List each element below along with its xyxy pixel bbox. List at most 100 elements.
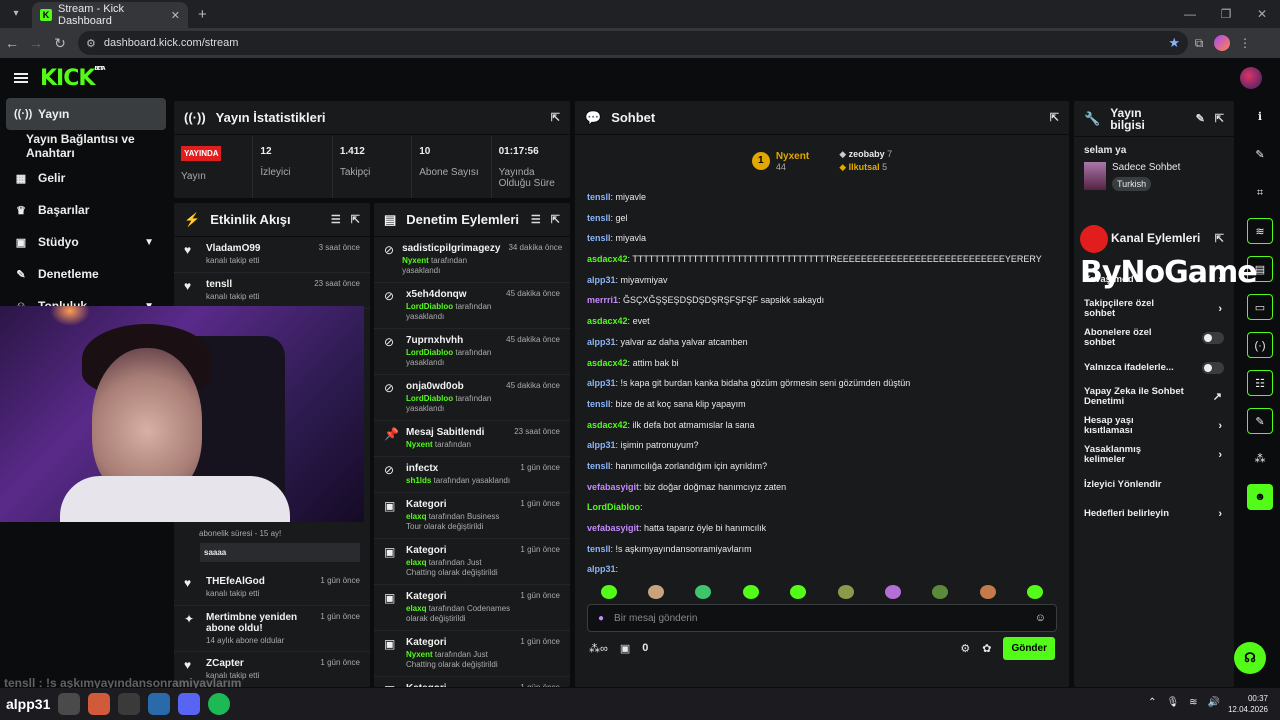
chat-username[interactable]: tensll (587, 233, 611, 243)
site-info-icon[interactable]: ⚙ (86, 37, 96, 50)
extensions-icon[interactable]: ⧉ (1188, 36, 1210, 51)
channel-action-item[interactable]: Yapay Zeka ile Sohbet Denetimi ↗ (1074, 382, 1234, 411)
taskbar-clock[interactable]: 00:37 12.04.2026 (1228, 693, 1268, 715)
chat-username[interactable]: alpp31 (587, 337, 616, 347)
url-bar[interactable]: ⚙ dashboard.kick.com/stream ★ (78, 31, 1188, 55)
emote-icon[interactable] (1027, 585, 1044, 600)
browser-tab[interactable]: K Stream - Kick Dashboard ✕ (32, 2, 188, 28)
sidebar-item-denetleme[interactable]: ✎ Denetleme (0, 258, 172, 290)
emote-icon[interactable] (979, 585, 996, 600)
popout-icon[interactable]: ⇱ (1215, 112, 1224, 125)
user-avatar[interactable] (1240, 67, 1262, 89)
menu-hamburger-icon[interactable] (14, 73, 28, 83)
chat-username[interactable]: LordDiabloo (587, 502, 640, 512)
layout-icon[interactable]: ☷ (1247, 370, 1273, 396)
points-icon[interactable]: ⁂∞ (589, 642, 608, 655)
toggle-switch[interactable] (1202, 332, 1224, 345)
edit-pencil-icon[interactable]: ✎ (1247, 142, 1273, 168)
chat-username[interactable]: alpp31 (587, 378, 616, 388)
kick-logo[interactable]: KICKBETA (40, 66, 106, 91)
emoji-icon[interactable]: ☺ (1035, 612, 1046, 624)
sidebar-item-gelir[interactable]: ▦ Gelir (0, 162, 172, 194)
forward-icon[interactable]: → (24, 35, 48, 51)
new-tab-icon[interactable]: + (198, 6, 207, 23)
emote-icon[interactable] (932, 585, 949, 600)
channel-action-item[interactable]: İzleyici Yönlendir (1074, 470, 1234, 499)
chat-username[interactable]: asdacx42 (587, 254, 628, 264)
emote-icon[interactable]: ☻ (1247, 484, 1273, 510)
channel-action-item[interactable]: Takipçilere özel sohbet › (1074, 294, 1234, 323)
edit-pencil-icon[interactable]: ✎ (1196, 112, 1205, 125)
points-icon[interactable]: ⁂ (1247, 446, 1273, 472)
url-text[interactable]: dashboard.kick.com/stream (104, 37, 1160, 49)
chat-username[interactable]: tensll (587, 461, 611, 471)
profile-avatar[interactable] (1214, 35, 1230, 51)
channel-action-item[interactable]: Yalnızca ifadelerle... (1074, 353, 1234, 382)
chat-username[interactable]: alpp31 (587, 440, 616, 450)
bookmark-star-icon[interactable]: ★ (1168, 35, 1180, 51)
popout-icon[interactable]: ⇱ (551, 213, 560, 226)
emote-icon[interactable] (695, 585, 712, 600)
chat-username[interactable]: tensll (587, 213, 611, 223)
channel-action-item[interactable]: Hesap yaşı kısıtlaması › (1074, 411, 1234, 440)
chat-username[interactable]: tensll (587, 544, 611, 554)
sidebar-item-stream-key[interactable]: Yayın Bağlantısı ve Anahtarı (0, 130, 172, 162)
chat-username[interactable]: asdacx42 (587, 420, 628, 430)
popout-icon[interactable]: ⇱ (351, 213, 360, 226)
tab-search-icon[interactable]: ▾ (4, 4, 28, 24)
wifi-icon[interactable]: ≋ (1189, 697, 1197, 708)
chat-username[interactable]: asdacx42 (587, 316, 628, 326)
chat-username[interactable]: vefabasyigit (587, 523, 639, 533)
volume-icon[interactable]: 🔊 (1208, 697, 1220, 708)
chat-input-placeholder[interactable]: Bir mesaj gönderin (614, 613, 1025, 624)
chat-username[interactable]: alpp31 (587, 564, 616, 574)
chat-input[interactable]: ● Bir mesaj gönderin ☺ (587, 604, 1057, 633)
browser-menu-icon[interactable]: ⋮ (1234, 36, 1256, 50)
settings-gear-icon[interactable]: ⚙ (960, 642, 970, 655)
channel-action-item[interactable]: Abonelere özel sohbet (1074, 324, 1234, 353)
emote-icon[interactable] (648, 585, 665, 600)
chat-bubble-icon[interactable]: ▭ (1247, 294, 1273, 320)
chat-username[interactable]: tensll (587, 399, 611, 409)
send-button[interactable]: Gönder (1003, 636, 1055, 660)
chat-username[interactable]: vefabasyigit (587, 482, 639, 492)
minimize-icon[interactable]: — (1172, 0, 1208, 28)
mic-icon[interactable]: ● (598, 613, 604, 624)
tray-chevron-icon[interactable]: ⌃ (1148, 697, 1156, 708)
chat-username[interactable]: merrri1 (587, 295, 618, 305)
maximize-icon[interactable]: ❐ (1208, 0, 1244, 28)
chat-username[interactable]: asdacx42 (587, 358, 628, 368)
channel-action-item[interactable]: Hedefleri belirleyin › (1074, 499, 1234, 528)
channel-action-item[interactable]: Yasaklanmış kelimeler › (1074, 441, 1234, 470)
back-icon[interactable]: ← (0, 35, 24, 51)
tab-close-icon[interactable]: ✕ (171, 9, 180, 22)
bot-icon[interactable]: ✿ (982, 642, 991, 655)
sidebar-item-studyo[interactable]: ▣ Stüdyo ▼ (0, 226, 172, 258)
mic-icon[interactable]: 🎙 (1166, 697, 1179, 708)
emote-icon[interactable] (837, 585, 854, 600)
close-window-icon[interactable]: ✕ (1244, 0, 1280, 28)
app-icon[interactable] (148, 693, 171, 715)
sidebar-item-yayin[interactable]: ((·)) Yayın (6, 98, 166, 130)
support-headset-icon[interactable]: ☊ (1234, 642, 1266, 674)
popout-icon[interactable]: ⇱ (551, 111, 560, 124)
capture-icon[interactable]: ⌗ (1247, 180, 1273, 206)
discord-icon[interactable] (178, 693, 201, 715)
info-icon[interactable]: ℹ (1247, 104, 1273, 130)
reload-icon[interactable]: ↻ (48, 35, 72, 52)
chest-icon[interactable]: ▣ (620, 642, 630, 655)
search-icon[interactable] (58, 693, 81, 715)
popout-icon[interactable]: ⇱ (1050, 111, 1059, 124)
chat-username[interactable]: alpp31 (587, 275, 616, 285)
sidebar-item-basarilar[interactable]: ♛ Başarılar (0, 194, 172, 226)
obs-icon[interactable] (118, 693, 141, 715)
app-icon[interactable] (88, 693, 111, 715)
toggle-switch[interactable] (1202, 361, 1224, 374)
emote-icon[interactable] (885, 585, 902, 600)
filter-icon[interactable]: ☰ (531, 213, 541, 226)
spotify-icon[interactable] (208, 693, 231, 715)
chat-username[interactable]: tensll (587, 192, 611, 202)
wrench-icon[interactable]: ✎ (1247, 408, 1273, 434)
emote-icon[interactable] (600, 585, 617, 600)
emote-icon[interactable] (742, 585, 759, 600)
